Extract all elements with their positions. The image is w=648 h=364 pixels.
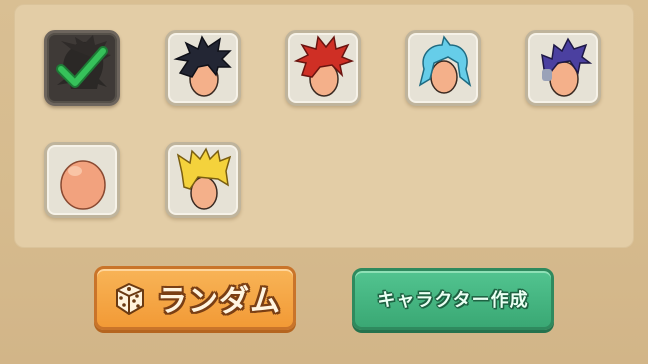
bald-head-icon [60,160,106,210]
dice-icon [116,283,144,315]
blonde-hair-icon [176,147,232,210]
random-button-label: ランダム [157,284,281,319]
hair-option-7[interactable] [165,142,241,218]
dark-spiky-hair-icon [173,35,232,97]
hair-option-3[interactable] [285,30,361,106]
hair-option-5[interactable] [525,30,601,106]
hair-selection-panel [14,4,634,248]
hair-option-4[interactable] [405,30,481,106]
red-spiky-hair-icon [293,35,355,97]
create-character-button-label: キャラクター作成 [377,290,529,311]
hair-option-2[interactable] [165,30,241,106]
purple-hair-icon [541,37,593,97]
random-button[interactable]: ランダム [94,266,296,330]
hair-option-6[interactable] [44,142,120,218]
create-character-button[interactable]: キャラクター作成 [352,268,554,330]
cyan-hair-icon [418,35,472,94]
checkmark-icon [56,46,108,88]
hair-option-1[interactable] [44,30,120,106]
